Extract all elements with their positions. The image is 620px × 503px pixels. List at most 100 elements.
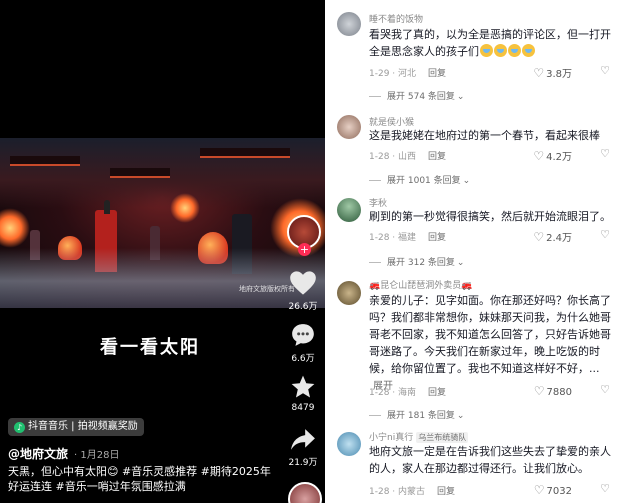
comment-text: 亲爱的儿子：见字如面。你在那还好吗？你长高了吗？我们都非常想你，妹妹那天问我，为… <box>369 292 613 395</box>
comment-like[interactable]: ♡ 4.2万 <box>533 148 572 163</box>
dislike-icon[interactable]: ♡ <box>600 64 610 77</box>
heart-icon <box>290 271 316 295</box>
expand-replies-label: 展开 312 条回复 <box>387 258 455 268</box>
chevron-down-icon: ⌄ <box>456 92 465 102</box>
comment-like-count: 3.8万 <box>546 69 572 80</box>
temple-roof <box>200 148 290 158</box>
avatar[interactable] <box>337 281 361 305</box>
comment-like-count: 7032 <box>546 486 572 497</box>
author-row[interactable]: @地府文旅 · 1月28日 <box>8 445 119 462</box>
comment-like-count: 2.4万 <box>546 233 572 244</box>
favorite-button[interactable]: 8479 <box>281 374 325 413</box>
dislike-icon[interactable]: ♡ <box>600 482 610 495</box>
comment-meta: 1-28 · 海南 回复 <box>369 385 446 398</box>
comment-item: 睡不着的饭物 看哭我了真的，以为全是恶搞的评论区，但一打开全是思念家人的孩子们 … <box>328 0 620 105</box>
video-subtitle: 看一看太阳 <box>100 337 200 358</box>
comment-meta: 1-28 · 山西 回复 <box>369 149 446 162</box>
expand-replies[interactable]: 展开 1001 条回复 ⌄ <box>369 173 470 186</box>
comment-time-location: 1-28 · 福建 <box>369 233 417 243</box>
comment-text: 刷到的第一秒觉得很搞笑，然后就开始流眼泪了。 <box>369 210 611 223</box>
share-button[interactable]: 21.9万 <box>281 428 325 468</box>
divider <box>369 415 381 416</box>
comment-item: 🚒昆仑山琵琶洞外卖员🚒 亲爱的儿子：见字如面。你在那还好吗？你长高了吗？我们都非… <box>328 273 620 423</box>
comment-like-count: 4.2万 <box>546 152 572 163</box>
expand-replies[interactable]: 展开 181 条回复 ⌄ <box>369 408 464 421</box>
comment-count: 6.6万 <box>291 354 315 364</box>
comment-meta: 1-29 · 河北 回复 <box>369 66 446 79</box>
like-count: 26.6万 <box>288 302 318 312</box>
comment-text: 看哭我了真的，以为全是恶搞的评论区，但一打开全是思念家人的孩子们 <box>369 26 613 60</box>
comment-item: 就是侯小猴 这是我姥姥在地府过的第一个春节，看起来很棒 1-28 · 山西 回复 … <box>328 107 620 187</box>
comment-time-location: 1-28 · 内蒙古 <box>369 487 426 497</box>
comments-panel[interactable]: 睡不着的饭物 看哭我了真的，以为全是恶搞的评论区，但一打开全是思念家人的孩子们 … <box>328 0 620 503</box>
chevron-down-icon: ⌄ <box>462 176 471 186</box>
comment-bubble-icon <box>292 324 314 346</box>
crying-emoji-icon <box>480 44 493 57</box>
share-arrow-icon <box>291 429 315 450</box>
heart-outline-icon: ♡ <box>533 66 545 80</box>
comment-username[interactable]: 睡不着的饭物 <box>369 12 423 25</box>
reply-button[interactable]: 回复 <box>428 233 446 243</box>
expand-replies-label: 展开 574 条回复 <box>387 92 455 102</box>
music-badge[interactable]: ♪ 抖音音乐 | 拍视频赢奖励 <box>8 418 144 436</box>
divider <box>369 262 381 263</box>
music-badge-label: 抖音音乐 | 拍视频赢奖励 <box>28 421 138 432</box>
post-date: · 1月28日 <box>74 450 120 461</box>
reply-button[interactable]: 回复 <box>437 487 455 497</box>
divider <box>369 96 381 97</box>
expand-replies[interactable]: 展开 574 条回复 ⌄ <box>369 89 464 102</box>
reply-button[interactable]: 回复 <box>428 69 446 79</box>
comment-like[interactable]: ♡ 2.4万 <box>533 229 572 244</box>
lantern-glow <box>170 193 200 223</box>
comment-text: 地府文旅一定是在告诉我们这些失去了挚爱的亲人的人，家人在那边都过得还行。让我们放… <box>369 445 611 475</box>
dislike-icon[interactable]: ♡ <box>600 383 610 396</box>
comment-time-location: 1-28 · 山西 <box>369 152 417 162</box>
temple-roof <box>110 168 170 178</box>
heart-outline-icon: ♡ <box>533 149 545 163</box>
expand-replies-label: 展开 1001 条回复 <box>387 176 461 186</box>
reply-button[interactable]: 回复 <box>428 152 446 162</box>
video-frame[interactable]: 地府文旅版权所有 <box>0 138 325 308</box>
video-player[interactable]: 地府文旅版权所有 看一看太阳 + 26.6万 6.6万 8479 21.9万 ♪… <box>0 0 325 503</box>
author-name[interactable]: @地府文旅 <box>8 447 68 461</box>
dislike-icon[interactable]: ♡ <box>600 147 610 160</box>
like-button[interactable]: 26.6万 <box>281 270 325 312</box>
music-disc-avatar[interactable] <box>288 482 322 503</box>
comment-like[interactable]: ♡ 7032 <box>534 483 572 497</box>
heart-outline-icon: ♡ <box>533 384 545 398</box>
avatar[interactable] <box>337 12 361 36</box>
star-icon <box>291 375 315 398</box>
avatar[interactable] <box>337 115 361 139</box>
user-badge: 乌兰布统骑队 <box>416 432 469 443</box>
crying-emoji-icon <box>494 44 507 57</box>
chevron-down-icon: ⌄ <box>456 258 465 268</box>
comment-username[interactable]: 🚒昆仑山琵琶洞外卖员🚒 <box>369 278 472 291</box>
music-note-icon: ♪ <box>14 422 25 433</box>
avatar[interactable] <box>337 198 361 222</box>
comment-like-count: 7880 <box>546 387 572 398</box>
comment-like[interactable]: ♡ 7880 <box>534 384 572 398</box>
comment-time-location: 1-29 · 河北 <box>369 69 417 79</box>
follow-plus-icon[interactable]: + <box>298 243 311 256</box>
comment-item: 李秋 刷到的第一秒觉得很搞笑，然后就开始流眼泪了。 1-28 · 福建 回复 ♡ 2… <box>328 190 620 270</box>
avatar[interactable] <box>337 432 361 456</box>
favorite-count: 8479 <box>291 403 315 413</box>
comment-like[interactable]: ♡ 3.8万 <box>533 65 572 80</box>
divider <box>369 180 381 181</box>
comment-button[interactable]: 6.6万 <box>281 322 325 364</box>
dislike-icon[interactable]: ♡ <box>600 228 610 241</box>
temple-roof <box>10 156 80 166</box>
lantern-glow <box>0 208 30 248</box>
crying-emoji-icon <box>508 44 521 57</box>
comment-text-body: 亲爱的儿子：见字如面。你在那还好吗？你长高了吗？我们都非常想你，妹妹那天问我，为… <box>369 294 611 375</box>
comment-item: 小宁ni真行 乌兰布统骑队 地府文旅一定是在告诉我们这些失去了挚爱的亲人的人，家人… <box>328 426 620 503</box>
heart-outline-icon: ♡ <box>533 483 545 497</box>
chevron-down-icon: ⌄ <box>456 411 465 421</box>
comment-username[interactable]: 小宁ni真行 乌兰布统骑队 <box>369 430 469 443</box>
figure-hat <box>104 200 110 214</box>
comment-meta: 1-28 · 内蒙古 回复 <box>369 484 455 497</box>
expand-replies[interactable]: 展开 312 条回复 ⌄ <box>369 255 464 268</box>
reply-button[interactable]: 回复 <box>428 388 446 398</box>
crying-emoji-icon <box>522 44 535 57</box>
comment-username-text: 小宁ni真行 <box>369 433 414 443</box>
